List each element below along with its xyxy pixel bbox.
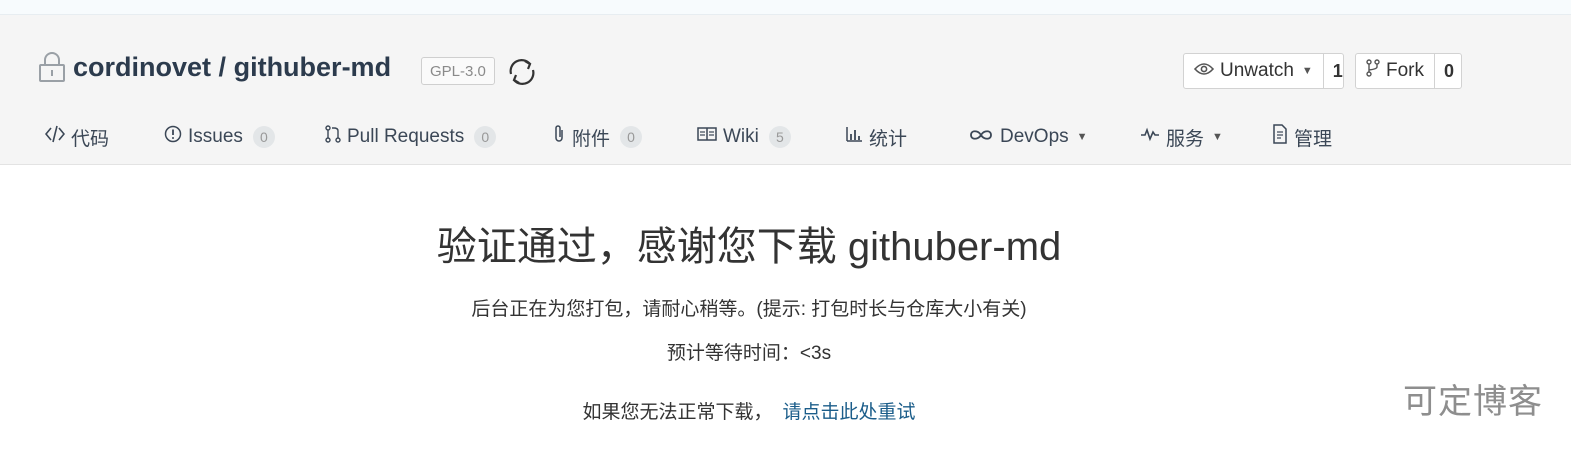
retry-line: 如果您无法正常下载， 请点击此处重试 bbox=[0, 397, 1498, 424]
tab-stats-label: 统计 bbox=[869, 128, 908, 150]
fork-icon bbox=[1366, 59, 1380, 83]
tab-pull-requests[interactable]: Pull Requests 0 bbox=[325, 118, 497, 156]
tab-wiki[interactable]: Wiki 5 bbox=[697, 118, 791, 156]
wait-time-text: 预计等待时间：<3s bbox=[666, 343, 832, 364]
eye-icon bbox=[1193, 60, 1215, 82]
unwatch-button[interactable]: Unwatch ▼ bbox=[1184, 54, 1324, 88]
paperclip-icon bbox=[552, 124, 566, 150]
tab-services-label: 服务 bbox=[1166, 128, 1205, 150]
bar-chart-icon bbox=[845, 125, 863, 149]
lock-icon bbox=[38, 51, 66, 83]
sync-icon[interactable] bbox=[505, 55, 539, 89]
caret-down-icon: ▼ bbox=[1301, 65, 1313, 77]
top-strip bbox=[0, 0, 1571, 15]
fork-count[interactable]: 0 bbox=[1435, 54, 1463, 88]
tab-wiki-label: Wiki bbox=[723, 126, 759, 147]
tab-issues-label: Issues bbox=[188, 126, 243, 147]
watch-button-group: Unwatch ▼ 1 bbox=[1183, 53, 1344, 89]
tab-stats[interactable]: 统计 bbox=[845, 118, 907, 156]
document-icon bbox=[1272, 124, 1288, 150]
code-icon bbox=[44, 125, 66, 149]
repo-nav: 代码 Issues 0 Pull Requests 0 附件 0 Wiki 5 … bbox=[0, 118, 1571, 158]
retry-prefix: 如果您无法正常下载， bbox=[582, 402, 773, 423]
fork-button[interactable]: Fork bbox=[1356, 54, 1435, 88]
attachments-count-badge: 0 bbox=[620, 126, 643, 148]
retry-link[interactable]: 请点击此处重试 bbox=[783, 402, 916, 423]
tab-code-label: 代码 bbox=[71, 128, 110, 150]
watermark: 可定博客 bbox=[1403, 383, 1543, 421]
repo-separator: / bbox=[218, 52, 227, 82]
tab-devops[interactable]: DevOps ▼ bbox=[968, 118, 1088, 156]
packing-message: 后台正在为您打包，请耐心稍等。(提示: 打包时长与仓库大小有关) bbox=[471, 299, 1027, 320]
repo-title[interactable]: cordinovet / githuber-md bbox=[73, 52, 391, 83]
tab-manage[interactable]: 管理 bbox=[1272, 118, 1332, 156]
wiki-count-badge: 5 bbox=[768, 126, 791, 148]
tab-pull-requests-label: Pull Requests bbox=[347, 126, 465, 147]
page-title: 验证通过，感谢您下载 githuber-md bbox=[436, 225, 1062, 269]
tab-manage-label: 管理 bbox=[1294, 128, 1333, 150]
fork-button-group: Fork 0 bbox=[1355, 53, 1462, 89]
caret-down-icon: ▼ bbox=[1076, 131, 1088, 143]
tab-attachments-label: 附件 bbox=[572, 128, 611, 150]
tab-code[interactable]: 代码 bbox=[44, 118, 110, 156]
caret-down-icon: ▼ bbox=[1212, 131, 1223, 143]
pulls-count-badge: 0 bbox=[474, 126, 497, 148]
repo-header: cordinovet / githuber-md GPL-3.0 Unwatch… bbox=[0, 15, 1571, 165]
issues-count-badge: 0 bbox=[252, 126, 275, 148]
repo-name[interactable]: githuber-md bbox=[234, 52, 391, 82]
pulse-icon bbox=[1140, 126, 1160, 148]
watch-count[interactable]: 1 bbox=[1324, 54, 1352, 88]
issue-icon bbox=[164, 125, 182, 149]
fork-label: Fork bbox=[1386, 60, 1424, 81]
tab-attachments[interactable]: 附件 0 bbox=[552, 118, 643, 156]
book-icon bbox=[697, 126, 717, 148]
tab-services[interactable]: 服务 ▼ bbox=[1140, 118, 1223, 156]
tab-devops-label: DevOps bbox=[1000, 126, 1069, 147]
infinity-icon bbox=[968, 126, 994, 148]
license-badge[interactable]: GPL-3.0 bbox=[421, 57, 495, 85]
unwatch-label: Unwatch bbox=[1220, 60, 1294, 81]
tab-issues[interactable]: Issues 0 bbox=[164, 118, 275, 156]
repo-owner[interactable]: cordinovet bbox=[73, 52, 211, 82]
pull-request-icon bbox=[325, 125, 341, 149]
